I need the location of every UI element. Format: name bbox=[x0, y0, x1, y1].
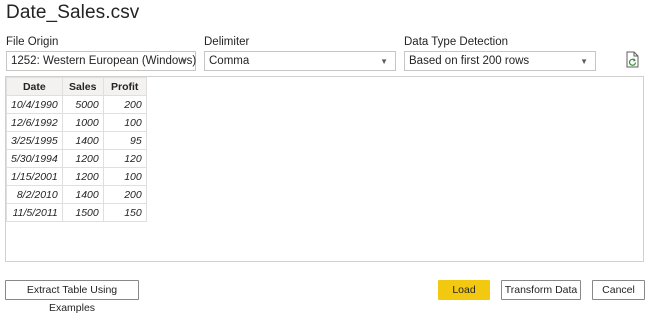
table-cell: 5000 bbox=[61, 95, 104, 114]
chevron-down-icon: ▼ bbox=[180, 57, 188, 66]
transform-data-button[interactable]: Transform Data bbox=[501, 280, 581, 300]
table-row: 3/25/1995 1400 95 bbox=[6, 131, 147, 150]
delimiter-label: Delimiter bbox=[204, 36, 250, 48]
data-type-detection-label: Data Type Detection bbox=[404, 36, 508, 48]
table-row: 5/30/1994 1200 120 bbox=[6, 149, 147, 168]
dialog-title: Date_Sales.csv bbox=[6, 2, 140, 23]
extract-table-button[interactable]: Extract Table Using Examples bbox=[5, 280, 139, 314]
load-button[interactable]: Load bbox=[438, 280, 490, 300]
table-cell: 120 bbox=[102, 149, 147, 168]
table-row: 8/2/2010 1400 200 bbox=[6, 185, 147, 204]
table-cell: 95 bbox=[102, 131, 147, 150]
data-preview-pane: Date Sales Profit 10/4/1990 5000 200 12/6/1… bbox=[5, 76, 644, 262]
table-cell: 1400 bbox=[61, 185, 104, 204]
table-row: 11/5/2011 1500 150 bbox=[6, 203, 147, 222]
table-cell: 1/15/2001 bbox=[6, 167, 63, 186]
table-cell: 200 bbox=[102, 185, 147, 204]
table-cell: 1400 bbox=[61, 131, 104, 150]
table-cell: 200 bbox=[102, 95, 147, 114]
table-cell: 1500 bbox=[61, 203, 104, 222]
table-cell: 10/4/1990 bbox=[6, 95, 63, 114]
chevron-down-icon: ▼ bbox=[580, 57, 588, 66]
table-cell: 1000 bbox=[61, 113, 104, 132]
data-type-detection-value: Based on first 200 rows bbox=[409, 55, 530, 67]
file-origin-value: 1252: Western European (Windows) bbox=[11, 55, 197, 67]
table-header-row: Date Sales Profit bbox=[6, 77, 147, 96]
data-type-detection-select[interactable]: Based on first 200 rows ▼ bbox=[404, 51, 596, 71]
file-origin-select[interactable]: 1252: Western European (Windows) ▼ bbox=[6, 51, 196, 71]
table-cell: 100 bbox=[102, 167, 147, 186]
chevron-down-icon: ▼ bbox=[380, 57, 388, 66]
delimiter-select[interactable]: Comma ▼ bbox=[204, 51, 396, 71]
preview-table: Date Sales Profit 10/4/1990 5000 200 12/6/1… bbox=[6, 77, 147, 222]
file-origin-label: File Origin bbox=[6, 36, 59, 48]
table-cell: 150 bbox=[102, 203, 147, 222]
table-cell: 1200 bbox=[61, 167, 104, 186]
table-cell: 1200 bbox=[61, 149, 104, 168]
cancel-button[interactable]: Cancel bbox=[592, 280, 645, 300]
table-cell: 5/30/1994 bbox=[6, 149, 63, 168]
table-row: 1/15/2001 1200 100 bbox=[6, 167, 147, 186]
column-header: Date bbox=[6, 77, 63, 96]
table-cell: 3/25/1995 bbox=[6, 131, 63, 150]
refresh-file-icon[interactable] bbox=[625, 51, 641, 69]
table-row: 12/6/1992 1000 100 bbox=[6, 113, 147, 132]
table-row: 10/4/1990 5000 200 bbox=[6, 95, 147, 114]
table-cell: 100 bbox=[102, 113, 147, 132]
delimiter-value: Comma bbox=[209, 55, 250, 67]
table-cell: 12/6/1992 bbox=[6, 113, 63, 132]
table-cell: 8/2/2010 bbox=[6, 185, 63, 204]
column-header: Sales bbox=[61, 77, 104, 96]
table-cell: 11/5/2011 bbox=[6, 203, 63, 222]
column-header: Profit bbox=[102, 77, 147, 96]
